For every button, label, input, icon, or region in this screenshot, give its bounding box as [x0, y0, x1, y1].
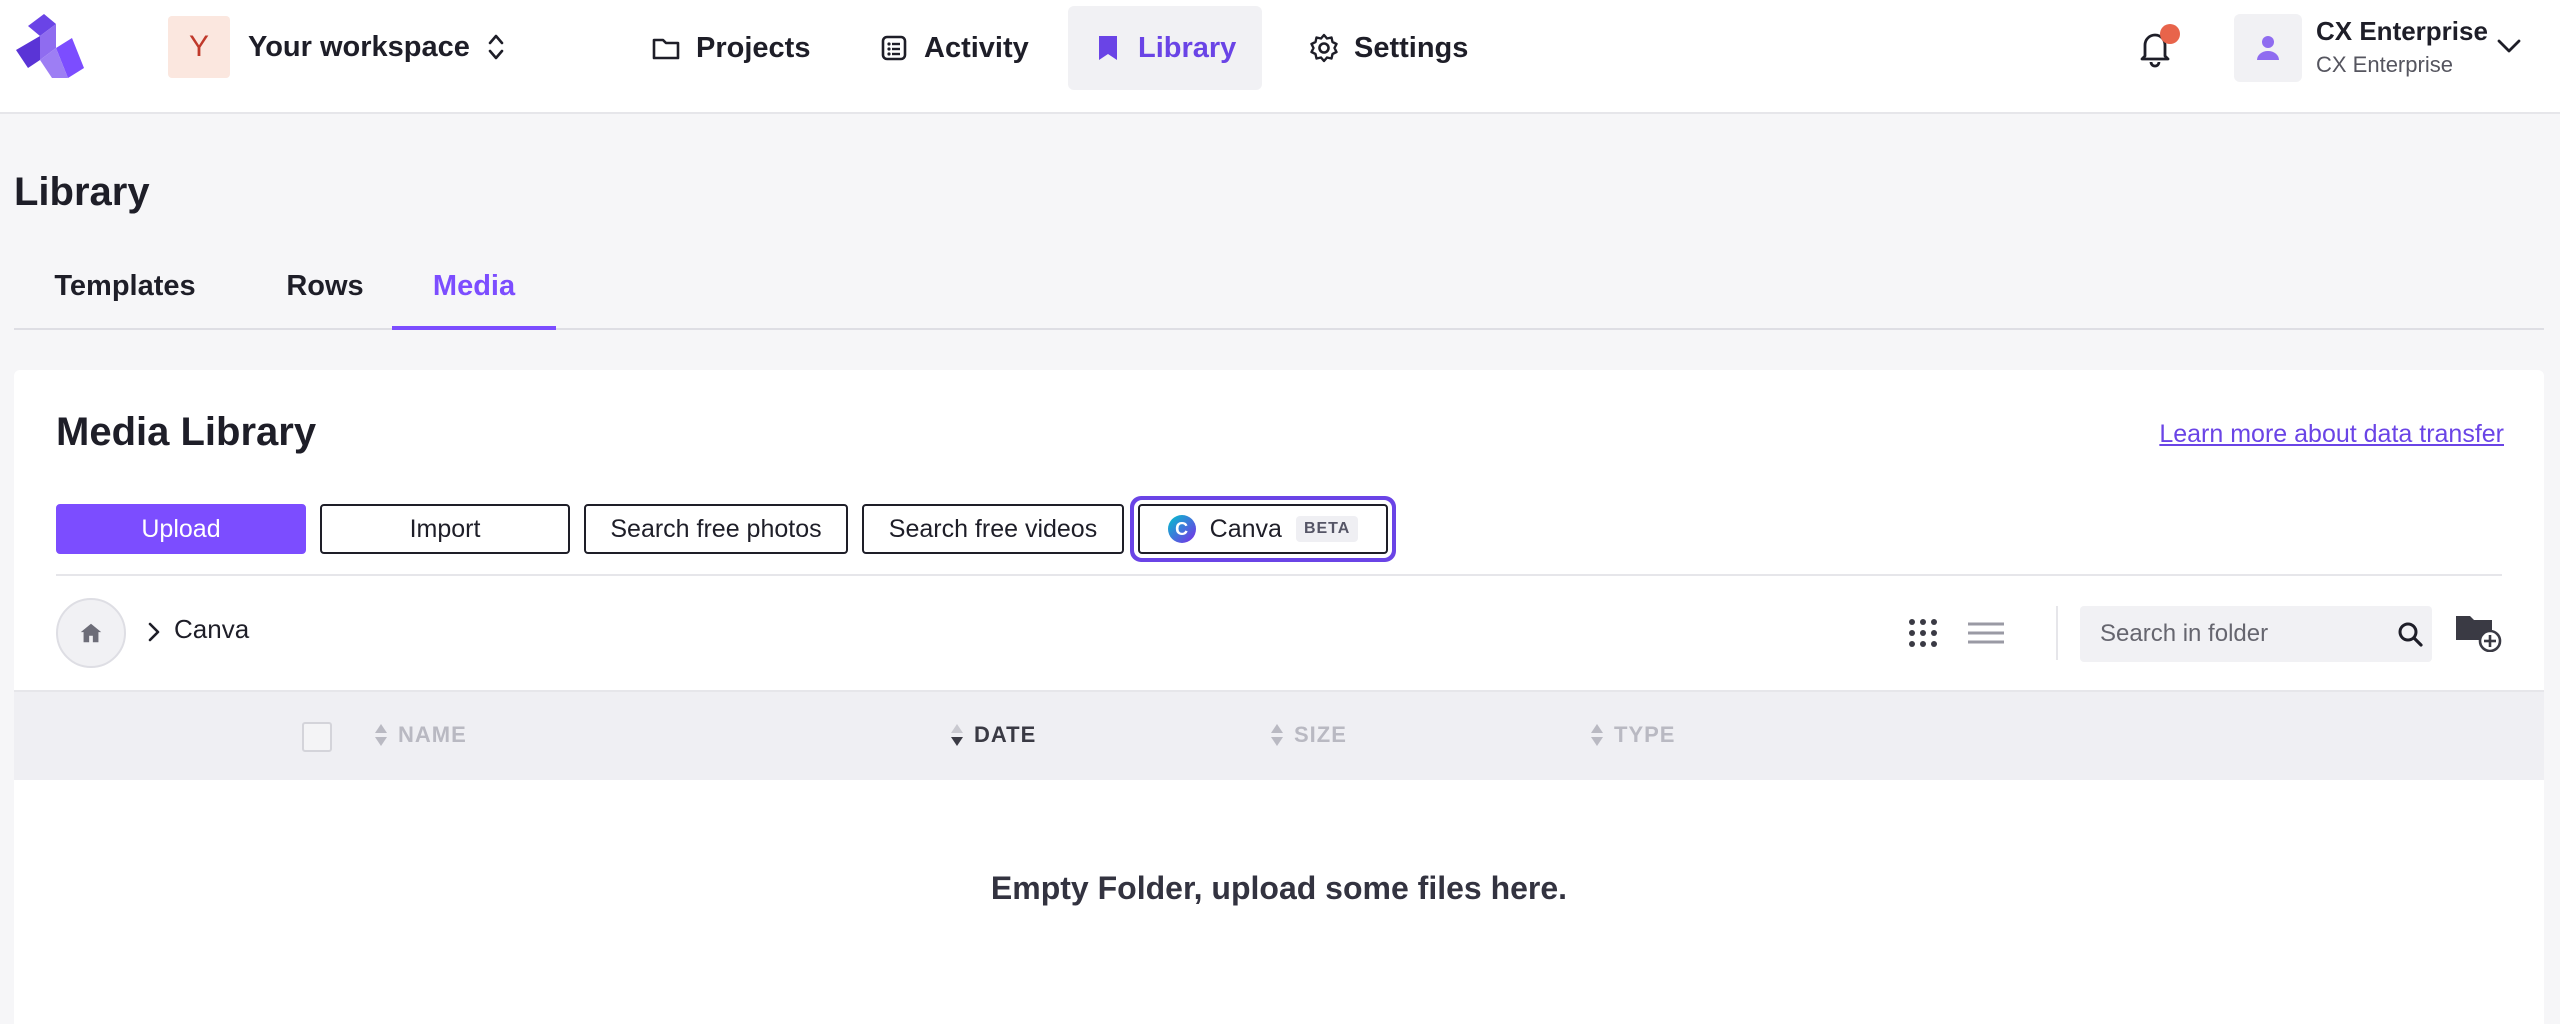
canva-button[interactable]: C Canva BETA [1138, 504, 1388, 554]
select-all-checkbox[interactable] [302, 722, 332, 752]
new-folder-icon[interactable] [2454, 610, 2502, 652]
notification-dot [2160, 24, 2180, 44]
column-header-name-label: NAME [398, 722, 467, 747]
nav-settings[interactable]: Settings [1284, 6, 1494, 90]
canva-logo-icon: C [1167, 515, 1196, 543]
chevron-down-icon[interactable] [2494, 34, 2524, 58]
user-organization: CX Enterprise [2316, 52, 2453, 77]
chevron-right-icon [148, 622, 160, 642]
nav-activity[interactable]: Activity [854, 6, 1055, 90]
learn-more-link[interactable]: Learn more about data transfer [2159, 420, 2504, 449]
column-header-size[interactable]: SIZE [1270, 722, 1347, 748]
nav-activity-label: Activity [924, 31, 1029, 64]
toolbar-divider [56, 574, 2502, 576]
workspace-switcher[interactable]: Y Your workspace [168, 16, 508, 78]
canva-button-label: Canva [1209, 514, 1282, 543]
breadcrumb-current-folder[interactable]: Canva [174, 614, 249, 645]
page-title: Library [14, 170, 150, 214]
upload-button[interactable]: Upload [56, 504, 306, 554]
list-view-icon[interactable] [1966, 618, 2006, 648]
grid-view-icon[interactable] [1906, 616, 1940, 650]
breadcrumb-home-button[interactable] [56, 598, 126, 668]
nav-projects-label: Projects [696, 31, 811, 64]
search-icon[interactable] [2396, 620, 2424, 648]
bookmark-icon [1099, 36, 1117, 60]
tab-templates[interactable]: Templates [14, 250, 236, 330]
column-header-size-label: SIZE [1294, 722, 1347, 747]
folder-search [2080, 606, 2432, 662]
column-header-date-label: DATE [974, 722, 1037, 747]
sort-icon [1591, 724, 1603, 746]
table-header: NAME DATE SIZE TYPE [14, 690, 2544, 780]
search-free-photos-button[interactable]: Search free photos [584, 504, 848, 554]
nav-projects[interactable]: Projects [626, 6, 836, 90]
library-tabs: Templates Rows Media [14, 250, 2544, 330]
column-header-name[interactable]: NAME [374, 722, 467, 748]
workspace-name: Your workspace [248, 30, 470, 63]
column-header-type-label: TYPE [1614, 722, 1676, 747]
media-library-panel: Media Library Learn more about data tran… [14, 370, 2544, 1024]
user-name[interactable]: CX Enterprise [2316, 16, 2488, 47]
search-free-videos-button[interactable]: Search free videos [862, 504, 1124, 554]
tab-media[interactable]: Media [392, 250, 556, 330]
gear-icon [1310, 33, 1338, 63]
nav-settings-label: Settings [1354, 31, 1469, 64]
chevron-up-down-icon [488, 34, 504, 60]
toolbar-separator [2056, 606, 2058, 660]
top-navigation-bar: Y Your workspace Projects Activity Libra… [0, 0, 2560, 114]
import-button[interactable]: Import [320, 504, 570, 554]
workspace-avatar: Y [168, 16, 230, 78]
search-input[interactable] [2080, 606, 2380, 662]
user-icon [2257, 36, 2279, 60]
tab-rows[interactable]: Rows [250, 250, 400, 330]
column-header-date[interactable]: DATE [950, 722, 1036, 748]
home-icon [80, 623, 102, 643]
sort-icon [375, 724, 387, 746]
list-icon [881, 35, 907, 61]
column-header-type[interactable]: TYPE [1590, 722, 1675, 748]
sort-icon [1271, 724, 1283, 746]
avatar[interactable] [2234, 14, 2302, 82]
folder-icon [652, 38, 680, 60]
nav-library-label: Library [1138, 31, 1237, 64]
brand-logo-icon[interactable] [14, 12, 86, 80]
media-library-title: Media Library [56, 410, 317, 454]
beta-badge: BETA [1295, 516, 1359, 542]
empty-folder-message: Empty Folder, upload some files here. [990, 870, 1568, 906]
sort-icon [951, 724, 963, 746]
nav-library[interactable]: Library [1068, 6, 1263, 90]
